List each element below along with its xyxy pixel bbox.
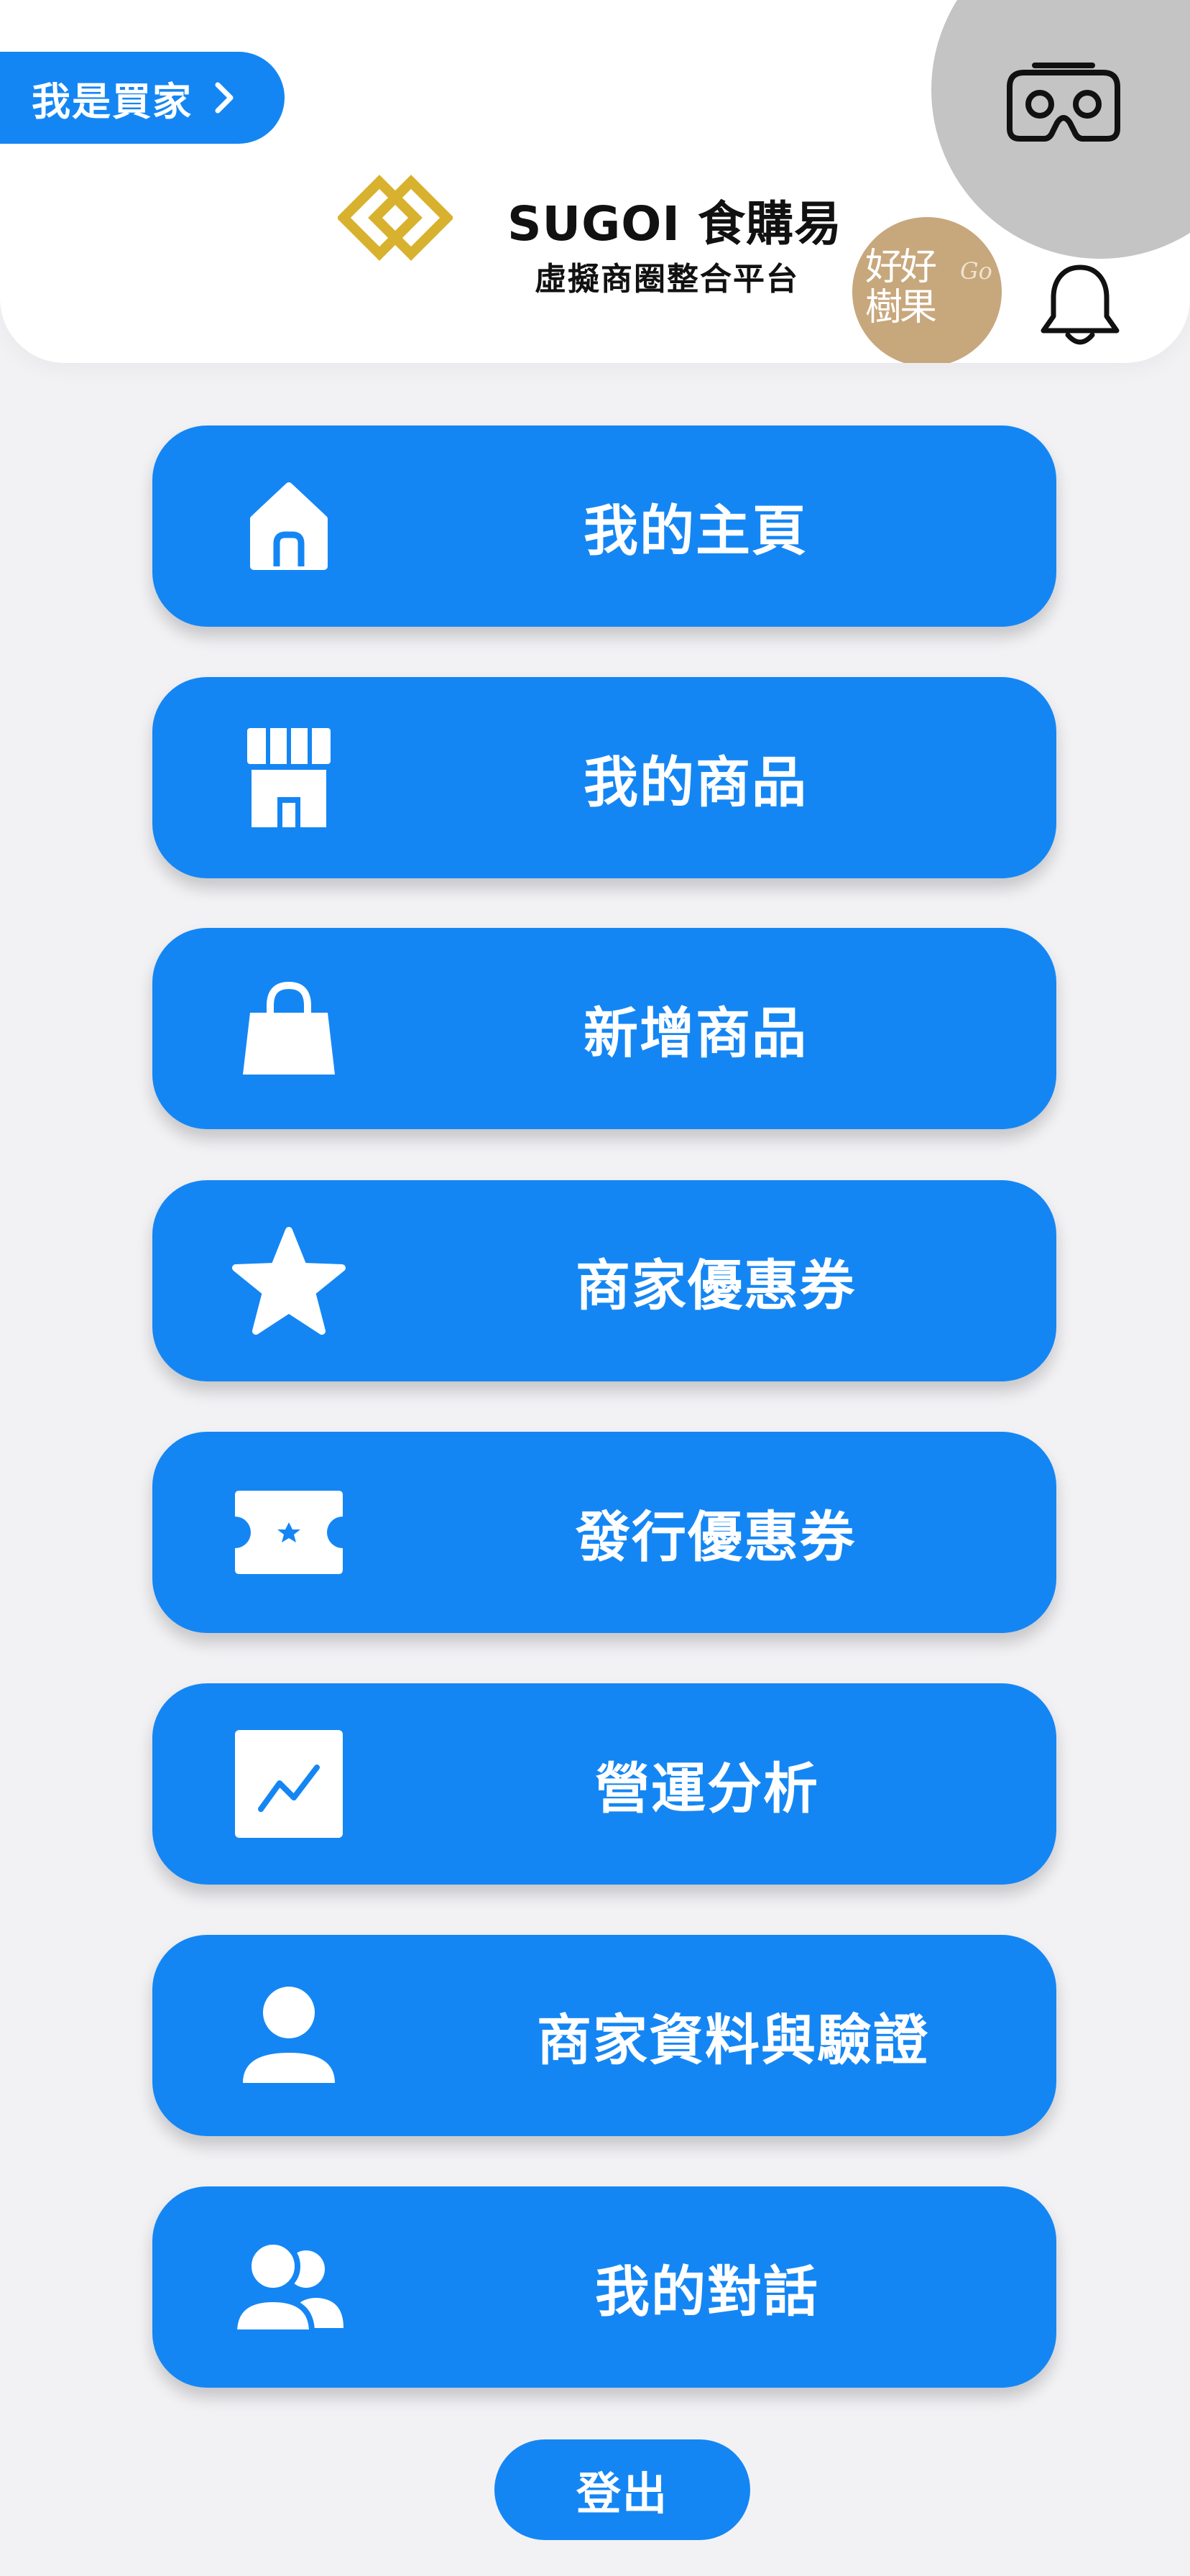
menu-label-merchant-coupons: 商家優惠券 — [576, 1254, 856, 1317]
chart-icon — [234, 1729, 344, 1839]
menu-button-merchant-profile[interactable]: 商家資料與驗證 — [152, 1935, 1056, 2136]
brand-title: SUGOI 食購易 — [507, 196, 842, 252]
shop-avatar-text-line2: 樹果 — [865, 286, 937, 329]
brand-subtitle: 虛擬商圈整合平台 — [535, 261, 799, 298]
menu-label-add-product: 新增商品 — [584, 1001, 808, 1065]
star-icon — [231, 1226, 346, 1335]
buyer-mode-button[interactable]: 我是買家 — [0, 52, 285, 144]
shop-avatar-text-line1: 好好 — [865, 246, 937, 289]
bell-icon[interactable] — [1036, 260, 1124, 352]
menu-button-add-product[interactable]: 新增商品 — [152, 928, 1056, 1129]
menu-button-home[interactable]: 我的主頁 — [152, 426, 1056, 627]
ticket-icon — [232, 1488, 346, 1577]
home-icon — [249, 482, 328, 571]
menu-label-issue-coupons: 發行優惠券 — [576, 1505, 856, 1569]
store-icon — [240, 724, 338, 832]
menu-label-home: 我的主頁 — [584, 499, 808, 563]
menu-label-merchant-profile: 商家資料與驗證 — [537, 2008, 929, 2072]
buyer-mode-label: 我是買家 — [32, 78, 193, 124]
users-icon — [231, 2239, 346, 2335]
brand-logo — [336, 171, 454, 267]
menu-button-issue-coupons[interactable]: 發行優惠券 — [152, 1432, 1056, 1633]
menu-button-analytics[interactable]: 營運分析 — [152, 1683, 1056, 1885]
user-icon — [240, 1984, 338, 2087]
header: 我是買家 SUGOI 食購易 虛擬商圈整合平台 好好 樹果 Go — [0, 0, 1190, 363]
menu-label-my-conversations: 我的對話 — [595, 2260, 819, 2324]
chevron-right-icon — [214, 81, 234, 114]
menu-button-merchant-coupons[interactable]: 商家優惠券 — [152, 1180, 1056, 1381]
shop-avatar-text-script: Go — [960, 257, 992, 285]
vr-headset-icon[interactable] — [1002, 60, 1125, 150]
menu-button-my-conversations[interactable]: 我的對話 — [152, 2186, 1056, 2388]
menu-label-analytics: 營運分析 — [595, 1757, 819, 1821]
menu-label-my-products: 我的商品 — [584, 750, 808, 814]
shop-avatar[interactable]: 好好 樹果 Go — [852, 217, 1002, 363]
menu-button-my-products[interactable]: 我的商品 — [152, 677, 1056, 878]
shopping-bag-icon — [237, 978, 341, 1079]
logout-button[interactable]: 登出 — [494, 2439, 750, 2540]
